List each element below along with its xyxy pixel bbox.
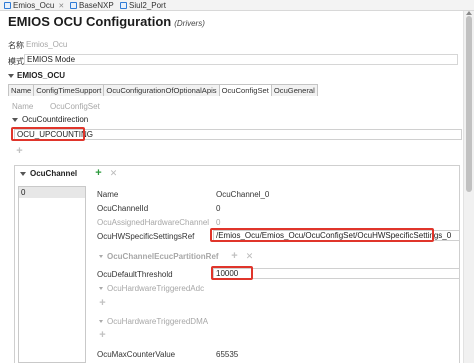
mode-field[interactable]: EMIOS Mode xyxy=(24,54,458,65)
hw-specific-settings-label: OcuHWSpecificSettingsRef xyxy=(97,232,195,241)
add-icon[interactable]: + xyxy=(14,146,25,157)
page-subtitle: (Drivers) xyxy=(174,19,205,28)
scroll-up-icon[interactable] xyxy=(466,11,472,15)
channel-name-value[interactable]: OcuChannel_0 xyxy=(216,190,269,199)
file-icon xyxy=(70,2,77,9)
file-icon xyxy=(4,2,11,9)
assigned-hw-channel-label: OcuAssignedHardwareChannel xyxy=(97,218,210,227)
add-icon[interactable]: + xyxy=(97,298,108,309)
hw-triggered-adc-header[interactable]: OcuHardwareTriggeredAdc xyxy=(99,284,204,293)
highlight-box xyxy=(210,228,434,242)
tab-name[interactable]: Name xyxy=(8,84,35,96)
page-title: EMIOS OCU Configuration (Drivers) xyxy=(8,14,205,29)
config-tabs: Name ConfigTimeSupport OcuConfigurationO… xyxy=(8,84,318,96)
channel-id-label: OcuChannelId xyxy=(97,204,149,213)
add-icon[interactable]: + xyxy=(97,330,108,341)
highlight-box xyxy=(211,266,253,280)
vertical-scrollbar[interactable] xyxy=(463,11,474,363)
file-icon xyxy=(120,2,127,9)
editor-tab-basenxp[interactable]: BaseNXP xyxy=(70,0,114,11)
default-threshold-label: OcuDefaultThreshold xyxy=(97,270,173,279)
hw-triggered-dma-header[interactable]: OcuHardwareTriggeredDMA xyxy=(99,317,208,326)
editor-tab-label: Siul2_Port xyxy=(129,1,166,10)
max-counter-value[interactable]: 65535 xyxy=(216,350,238,359)
editor-tab-label: BaseNXP xyxy=(79,1,114,10)
channel-name-label: Name xyxy=(97,190,119,199)
countdirection-header[interactable]: OcuCountdirection xyxy=(12,115,88,124)
channel-list: 0 xyxy=(18,186,86,363)
close-icon[interactable]: ✕ xyxy=(58,2,64,10)
max-counter-label: OcuMaxCounterValue xyxy=(97,350,176,359)
list-item[interactable]: 0 xyxy=(19,187,85,198)
ocu-channel-header[interactable]: OcuChannel xyxy=(20,169,77,178)
editor-tab-siul2-port[interactable]: Siul2_Port xyxy=(120,0,166,11)
chevron-down-icon xyxy=(20,171,26,176)
ecuc-partition-label: OcuChannelEcucPartitionRef xyxy=(107,252,219,261)
editor-tab-emios-ocu[interactable]: Emios_Ocu ✕ xyxy=(4,0,64,11)
add-icon[interactable]: + xyxy=(229,251,240,262)
highlight-box xyxy=(11,127,85,141)
section-header-emios-ocu[interactable]: EMIOS_OCU xyxy=(8,71,65,80)
chevron-down-icon xyxy=(99,320,103,323)
countdirection-label: OcuCountdirection xyxy=(22,115,89,124)
component-name-label: 名称 xyxy=(8,41,24,50)
editor-tab-bar: Emios_Ocu ✕ BaseNXP Siul2_Port xyxy=(0,0,474,11)
config-set-name-value: OcuConfigSet xyxy=(50,102,100,111)
assigned-hw-channel-value: 0 xyxy=(216,218,221,227)
tab-ocu-config-set[interactable]: OcuConfigSet xyxy=(218,84,272,96)
add-channel-button[interactable]: + xyxy=(93,168,104,179)
tab-config-time-support[interactable]: ConfigTimeSupport xyxy=(33,84,105,96)
mode-label: 模式 xyxy=(8,57,24,66)
component-name-value: Emios_Ocu xyxy=(26,40,68,49)
chevron-down-icon xyxy=(99,287,103,290)
chevron-down-icon xyxy=(12,117,18,122)
chevron-down-icon xyxy=(99,255,103,258)
hw-triggered-adc-label: OcuHardwareTriggeredAdc xyxy=(107,284,205,293)
scrollbar-thumb[interactable] xyxy=(466,16,472,192)
ocu-channel-label: OcuChannel xyxy=(30,169,78,178)
editor-tab-label: Emios_Ocu xyxy=(13,1,55,10)
hw-triggered-dma-label: OcuHardwareTriggeredDMA xyxy=(107,317,209,326)
ecuc-partition-header[interactable]: OcuChannelEcucPartitionRef xyxy=(99,252,219,261)
chevron-down-icon xyxy=(8,73,14,78)
config-set-name-label: Name xyxy=(12,102,34,111)
remove-icon[interactable]: ✕ xyxy=(244,251,255,262)
channel-id-value[interactable]: 0 xyxy=(216,204,220,213)
tab-ocu-general[interactable]: OcuGeneral xyxy=(270,84,318,96)
remove-channel-button[interactable]: ✕ xyxy=(108,168,119,179)
section-label: EMIOS_OCU xyxy=(17,71,66,80)
page-title-text: EMIOS OCU Configuration xyxy=(8,14,172,29)
tab-optional-apis[interactable]: OcuConfigurationOfOptionalApis xyxy=(103,84,220,96)
